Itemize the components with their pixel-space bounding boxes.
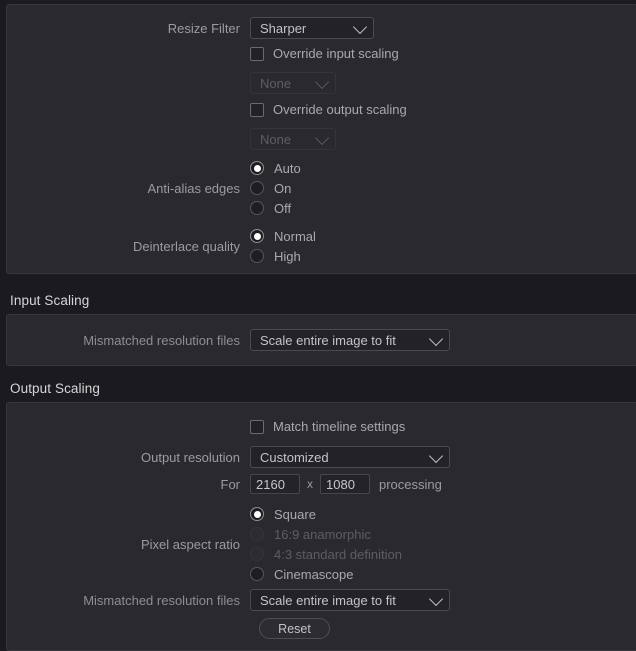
resize-filter-label: Resize Filter bbox=[167, 20, 240, 36]
deinterlace-quality-row: Deinterlace quality Normal High bbox=[0, 226, 316, 266]
output-resolution-value: Customized bbox=[260, 449, 329, 465]
processing-prefix-label: For bbox=[220, 476, 241, 492]
radio-indicator bbox=[250, 567, 264, 581]
output-mismatched-resolution-label: Mismatched resolution files bbox=[83, 592, 240, 608]
resize-filter-dropdown[interactable]: Sharper bbox=[250, 17, 374, 39]
input-mismatched-resolution-row: Mismatched resolution files Scale entire… bbox=[0, 329, 450, 351]
radio-option-anamorphic: 16:9 anamorphic bbox=[250, 524, 402, 544]
output-mismatched-resolution-dropdown[interactable]: Scale entire image to fit bbox=[250, 589, 450, 611]
radio-label: On bbox=[274, 180, 292, 196]
radio-option-high[interactable]: High bbox=[250, 246, 316, 266]
override-output-scaling-value: None bbox=[260, 131, 292, 147]
radio-option-off[interactable]: Off bbox=[250, 198, 301, 218]
radio-indicator bbox=[250, 507, 264, 521]
radio-label: Auto bbox=[274, 160, 301, 176]
settings-page: Resize Filter Sharper Override input sca… bbox=[0, 0, 636, 651]
radio-indicator bbox=[250, 527, 264, 541]
override-input-scaling-label: Override input scaling bbox=[273, 46, 399, 61]
radio-indicator bbox=[250, 547, 264, 561]
override-input-scaling-row: Override input scaling bbox=[0, 46, 399, 61]
input-mismatched-resolution-value: Scale entire image to fit bbox=[260, 332, 396, 348]
pixel-aspect-ratio-radio-group: Square 16:9 anamorphic 4:3 standard defi… bbox=[250, 504, 402, 584]
input-mismatched-resolution-dropdown[interactable]: Scale entire image to fit bbox=[250, 329, 450, 351]
checkbox-box bbox=[250, 102, 264, 117]
override-input-scaling-value: None bbox=[260, 75, 292, 91]
override-input-scaling-dropdown[interactable]: None bbox=[250, 72, 336, 94]
override-input-dropdown-row: None bbox=[0, 72, 336, 94]
radio-indicator bbox=[250, 201, 264, 215]
output-resolution-row: Output resolution Customized bbox=[0, 446, 450, 468]
anti-alias-edges-label: Anti-alias edges bbox=[147, 180, 241, 196]
radio-label: Off bbox=[274, 200, 292, 216]
output-mismatched-resolution-value: Scale entire image to fit bbox=[260, 592, 396, 608]
chevron-down-icon bbox=[314, 74, 330, 90]
pixel-aspect-ratio-row: Pixel aspect ratio Square 16:9 anamorphi… bbox=[0, 504, 402, 584]
match-timeline-settings-label: Match timeline settings bbox=[273, 419, 406, 434]
override-output-scaling-checkbox[interactable]: Override output scaling bbox=[250, 102, 407, 117]
deinterlace-quality-label: Deinterlace quality bbox=[133, 238, 240, 254]
checkbox-box bbox=[250, 419, 264, 434]
radio-indicator bbox=[250, 161, 264, 175]
deinterlace-quality-radio-group: Normal High bbox=[250, 226, 316, 266]
chevron-down-icon bbox=[352, 19, 368, 35]
radio-option-square[interactable]: Square bbox=[250, 504, 402, 524]
radio-option-normal[interactable]: Normal bbox=[250, 226, 316, 246]
radio-option-on[interactable]: On bbox=[250, 178, 301, 198]
resize-filter-row: Resize Filter Sharper bbox=[0, 17, 374, 39]
radio-label: Normal bbox=[274, 228, 316, 244]
output-resolution-dropdown[interactable]: Customized bbox=[250, 446, 450, 468]
resize-filter-value: Sharper bbox=[260, 20, 307, 36]
override-output-scaling-row: Override output scaling bbox=[0, 102, 407, 117]
radio-label: 16:9 anamorphic bbox=[274, 526, 371, 542]
reset-button[interactable]: Reset bbox=[259, 618, 330, 639]
output-mismatched-resolution-row: Mismatched resolution files Scale entire… bbox=[0, 589, 450, 611]
match-timeline-settings-checkbox[interactable]: Match timeline settings bbox=[250, 419, 405, 434]
pixel-aspect-ratio-label: Pixel aspect ratio bbox=[141, 536, 240, 552]
checkbox-box bbox=[250, 46, 264, 61]
override-output-dropdown-row: None bbox=[0, 128, 336, 150]
radio-indicator bbox=[250, 249, 264, 263]
radio-label: Cinemascope bbox=[274, 566, 354, 582]
dimension-separator: x bbox=[307, 477, 313, 491]
radio-label: 4:3 standard definition bbox=[274, 546, 402, 562]
override-output-scaling-label: Override output scaling bbox=[273, 102, 407, 117]
chevron-down-icon bbox=[428, 591, 444, 607]
input-mismatched-resolution-label: Mismatched resolution files bbox=[83, 332, 240, 348]
radio-label: High bbox=[274, 248, 301, 264]
chevron-down-icon bbox=[428, 331, 444, 347]
radio-indicator bbox=[250, 181, 264, 195]
override-output-scaling-dropdown[interactable]: None bbox=[250, 128, 336, 150]
processing-resolution-row: For 2160 x 1080 processing bbox=[0, 474, 442, 494]
chevron-down-icon bbox=[428, 448, 444, 464]
override-input-scaling-checkbox[interactable]: Override input scaling bbox=[250, 46, 399, 61]
anti-alias-edges-radio-group: Auto On Off bbox=[250, 158, 301, 218]
match-timeline-settings-row: Match timeline settings bbox=[0, 419, 405, 434]
input-scaling-header: Input Scaling bbox=[10, 293, 90, 308]
radio-option-standard-definition: 4:3 standard definition bbox=[250, 544, 402, 564]
output-resolution-label: Output resolution bbox=[140, 449, 240, 465]
radio-option-cinemascope[interactable]: Cinemascope bbox=[250, 564, 402, 584]
processing-suffix-label: processing bbox=[379, 476, 442, 492]
anti-alias-edges-row: Anti-alias edges Auto On Off bbox=[0, 158, 301, 218]
radio-indicator bbox=[250, 229, 264, 243]
output-scaling-header: Output Scaling bbox=[10, 381, 100, 396]
output-height-input[interactable]: 1080 bbox=[320, 474, 370, 494]
output-width-input[interactable]: 2160 bbox=[250, 474, 300, 494]
radio-label: Square bbox=[274, 506, 316, 522]
chevron-down-icon bbox=[314, 130, 330, 146]
radio-option-auto[interactable]: Auto bbox=[250, 158, 301, 178]
